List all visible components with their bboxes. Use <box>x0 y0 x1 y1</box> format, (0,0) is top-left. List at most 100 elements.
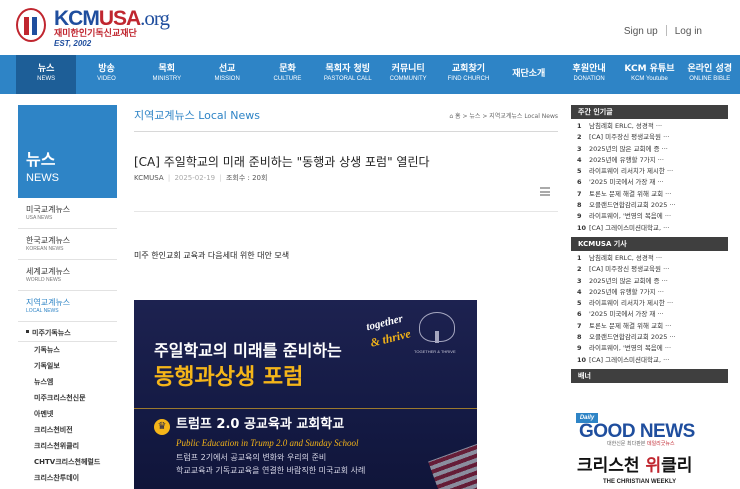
sidebar-category-sublabel: LOCAL NEWS <box>26 308 59 314</box>
sidebar-subitem[interactable]: 아멘넷 <box>18 406 117 422</box>
banner-topic-en: Public Education in Trump 2.0 and Sunday… <box>176 438 359 448</box>
article-date: 2025-02-19 <box>174 174 216 182</box>
list-item-number: 10 <box>577 355 587 364</box>
kcm-list: 1 남침례회 ERLC, 성경적 ··· 2 [CA] 미주장신 평생교육원 ··· 3… <box>571 251 728 369</box>
sidebar-group[interactable]: 미주기독뉴스 <box>18 322 117 342</box>
sidebar-subitem[interactable]: 크리스천위클리 <box>18 438 117 454</box>
sidebar-category[interactable]: 세계교계뉴스 WORLD NEWS <box>18 260 117 291</box>
list-item[interactable]: 9 라이프웨이, '번영의 복음에 ··· <box>577 343 728 354</box>
nav-item[interactable]: 문화 CULTURE <box>257 55 317 94</box>
list-item[interactable]: 9 라이프웨이, '번영의 복음에 ··· <box>577 211 728 222</box>
seal-icon <box>16 8 46 42</box>
nav-item-label: 목회 <box>158 64 176 74</box>
list-item[interactable]: 6 '2025 미국에서 가장 재 ··· <box>577 177 728 188</box>
nav-item[interactable]: 온라인 성경 ONLINE BIBLE <box>680 55 740 94</box>
list-item[interactable]: 3 2025년의 많은 교회에 증 ··· <box>577 144 728 155</box>
list-item-number: 8 <box>577 201 582 210</box>
list-icon[interactable] <box>540 187 550 196</box>
signup-link[interactable]: Sign up <box>624 26 658 37</box>
sidebar-title: 뉴스 <box>26 150 56 169</box>
list-item[interactable]: 1 남침례회 ERLC, 성경적 ··· <box>577 253 728 264</box>
list-item[interactable]: 6 '2025 미국에서 가장 재 ··· <box>577 309 728 320</box>
list-item[interactable]: 7 토론노 문제 해결 위해 교회 ··· <box>577 189 728 200</box>
list-item-title: 남침례회 ERLC, 성경적 ··· <box>589 122 663 130</box>
brand-est: EST, 2002 <box>54 39 92 48</box>
nav-item-sublabel: PASTORAL CALL <box>323 76 372 82</box>
list-item[interactable]: 5 라이프웨이 리서치가 제시한 ··· <box>577 166 728 177</box>
auth-divider <box>665 25 667 36</box>
auth-links: Sign up Log in <box>624 25 702 38</box>
nav-item-sublabel: FIND CHURCH <box>447 76 490 82</box>
article-title: [CA] 주일학교의 미래 준비하는 "동행과 상생 포럼" 열린다 <box>134 155 430 169</box>
article-meta: KCMUSA | 2025-02-19 | 조회수 : 20회 <box>134 174 268 182</box>
list-item-title: [CA] 미주장신 평생교육원 ··· <box>589 265 670 274</box>
article-subtitle: 미주 한인교회 교육과 다음세대 위한 대안 모색 <box>134 251 290 260</box>
list-item-title: 오클랜드연합감리교회 2025 ··· <box>589 333 676 342</box>
list-item-title: 2025년에 유행할 7가지 ··· <box>589 287 664 296</box>
brand-tagline: 재미한인기독신교재단 <box>54 29 137 39</box>
goodnews-ad[interactable]: Daily GOOD NEWS 대한신문 최다판본 데일리굿뉴스 <box>571 404 728 448</box>
list-item[interactable]: 10 [CA] 그레이스미션대학교, ··· <box>577 355 728 366</box>
article-views: 조회수 : 20회 <box>225 174 268 182</box>
list-item-number: 3 <box>577 144 582 153</box>
nav-item[interactable]: 선교 MISSION <box>197 55 257 94</box>
list-item[interactable]: 7 토론노 문제 해결 위해 교회 ··· <box>577 321 728 332</box>
sidebar-subitem[interactable]: 미주크리스천신문 <box>18 390 117 406</box>
list-item[interactable]: 2 [CA] 미주장신 평생교육원 ··· <box>577 132 728 143</box>
list-item-number: 2 <box>577 133 582 142</box>
list-item[interactable]: 8 오클랜드연합감리교회 2025 ··· <box>577 332 728 343</box>
sidebar-subitem[interactable]: 크리스찬투데이 <box>18 470 117 486</box>
sidebar-subitem[interactable]: 기독일보 <box>18 358 117 374</box>
sidebar-subitem[interactable]: 크리스천비전 <box>18 422 117 438</box>
nav-item[interactable]: 재단소개 <box>499 55 559 94</box>
nav-item[interactable]: 후원안내 DONATION <box>559 55 619 94</box>
sidebar-category[interactable]: 미국교계뉴스 USA NEWS <box>18 198 117 229</box>
christian-weekly-ad[interactable]: 크리스천 위클리 THE CHRISTIAN WEEKLY <box>571 452 728 489</box>
brand-wordmark: KCMUSA.org <box>54 6 170 30</box>
breadcrumb: ⌂ 홈 > 뉴스 > 지역교계뉴스 Local News <box>449 113 558 120</box>
nav-item-label: 선교 <box>218 64 236 74</box>
sidebar-category[interactable]: 지역교계뉴스 LOCAL NEWS <box>18 291 117 322</box>
bullet-icon <box>26 330 29 333</box>
nav-item[interactable]: 커뮤니티 COMMUNITY <box>378 55 438 94</box>
nav-item-label: 후원안내 <box>572 64 606 74</box>
nav-item[interactable]: 방송 VIDEO <box>76 55 136 94</box>
nav-item[interactable]: 목회 MINISTRY <box>137 55 197 94</box>
list-item-title: 2025년의 많은 교회에 증 ··· <box>589 144 668 153</box>
sidebar-category[interactable]: 한국교계뉴스 KOREAN NEWS <box>18 229 117 260</box>
list-item-number: 3 <box>577 276 582 285</box>
list-item[interactable]: 1 남침례회 ERLC, 성경적 ··· <box>577 121 728 132</box>
nav-item[interactable]: 교회찾기 FIND CHURCH <box>438 55 498 94</box>
list-item-title: 토론노 문제 해결 위해 교회 ··· <box>589 321 672 330</box>
list-item[interactable]: 10 [CA] 그레이스미션대학교, ··· <box>577 223 728 234</box>
list-item-title: 남침례회 ERLC, 성경적 ··· <box>589 253 663 262</box>
sidebar-category-label: 한국교계뉴스 <box>26 236 71 245</box>
popular-list: 1 남침례회 ERLC, 성경적 ··· 2 [CA] 미주장신 평생교육원 ··· 3… <box>571 119 728 237</box>
article-main: 지역교계뉴스 Local News ⌂ 홈 > 뉴스 > 지역교계뉴스 Loca… <box>134 105 558 489</box>
page: KCMUSA.org 재미한인기독신교재단 EST, 2002 Sign up L… <box>0 0 740 489</box>
list-item[interactable]: 8 오클랜드연합감리교회 2025 ··· <box>577 200 728 211</box>
sidebar-category-sublabel: USA NEWS <box>26 215 53 221</box>
list-item[interactable]: 4 2025년에 유행할 7가지 ··· <box>577 155 728 166</box>
list-item[interactable]: 4 2025년에 유행할 7가지 ··· <box>577 287 728 298</box>
nav-item[interactable]: 목회자 청빙 PASTORAL CALL <box>318 55 378 94</box>
list-item[interactable]: 5 라이프웨이 리서치가 제시한 ··· <box>577 298 728 309</box>
list-item-number: 5 <box>577 167 582 176</box>
list-item-number: 1 <box>577 122 582 130</box>
sidebar-subitem[interactable]: CHTV크리스천헤럴드 <box>18 454 117 470</box>
site-logo[interactable]: KCMUSA.org 재미한인기독신교재단 EST, 2002 <box>16 6 176 48</box>
sidebar-category-label: 세계교계뉴스 <box>26 267 71 276</box>
sidebar-subitem[interactable]: 뉴스엠 <box>18 374 117 390</box>
nav-item[interactable]: 뉴스 NEWS <box>16 55 77 94</box>
nav-item-sublabel: ONLINE BIBLE <box>689 76 731 82</box>
list-item-number: 6 <box>577 178 582 187</box>
sidebar-subitem[interactable]: 기독뉴스 <box>18 342 117 358</box>
list-item[interactable]: 3 2025년의 많은 교회에 증 ··· <box>577 276 728 287</box>
list-item-number: 9 <box>577 344 582 353</box>
list-item-number: 6 <box>577 310 582 319</box>
nav-item-label: 방송 <box>98 64 115 74</box>
list-item[interactable]: 2 [CA] 미주장신 평생교육원 ··· <box>577 264 728 275</box>
nav-item[interactable]: KCM 유튜브 KCM Youtube <box>619 55 679 94</box>
login-link[interactable]: Log in <box>675 26 702 37</box>
sidebar-category-sublabel: WORLD NEWS <box>26 277 61 283</box>
